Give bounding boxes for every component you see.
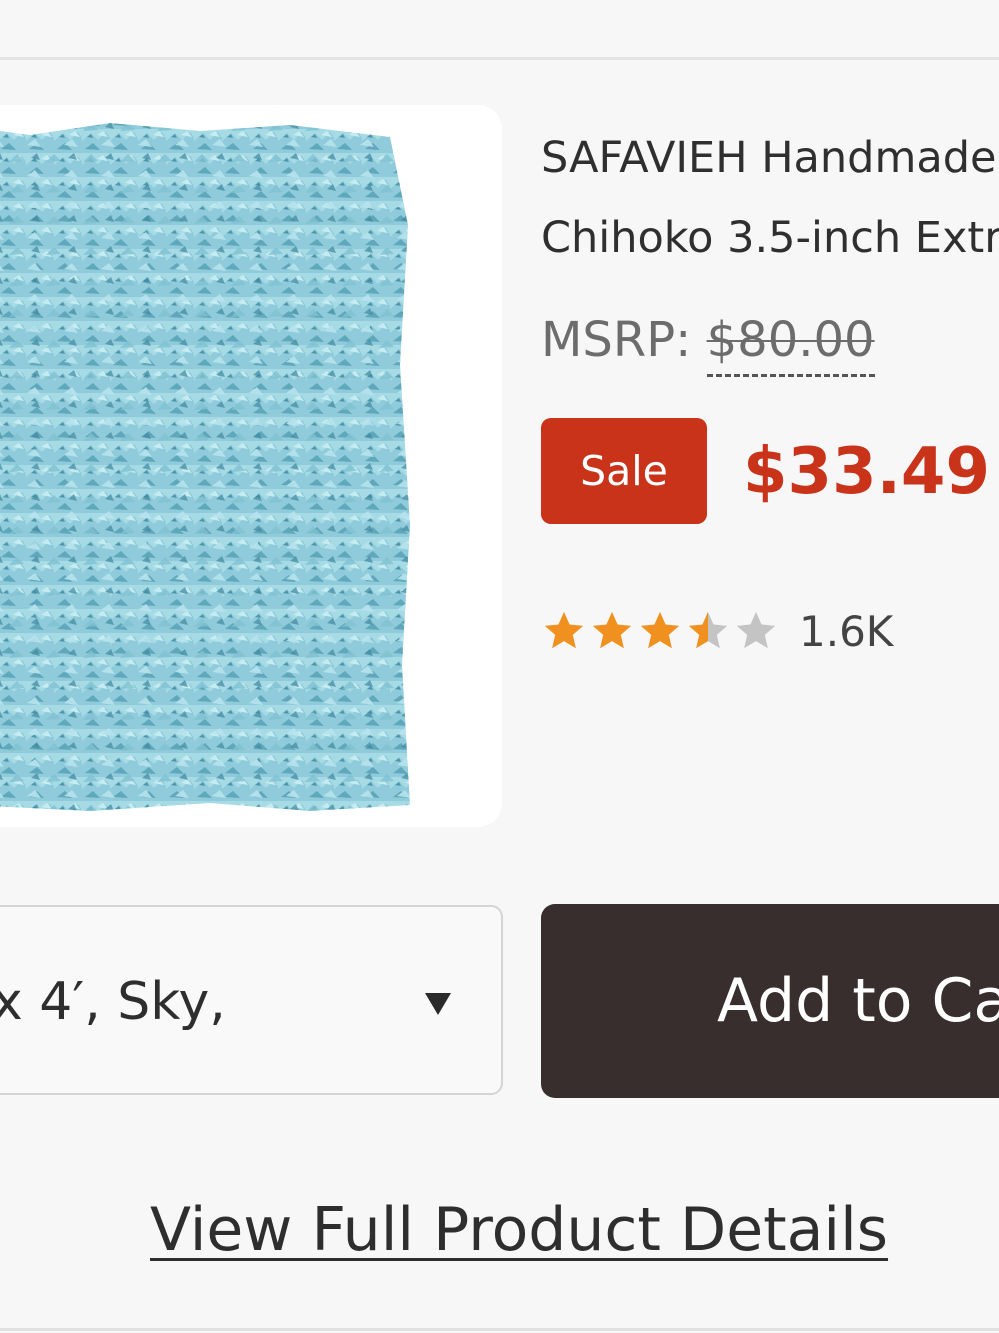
product-image-card[interactable] bbox=[0, 105, 502, 827]
view-full-details-link[interactable]: View Full Product Details bbox=[150, 1190, 888, 1270]
star-icon bbox=[592, 611, 632, 649]
variant-selected-text: x 4′, Sky, bbox=[0, 972, 226, 1032]
star-rating bbox=[541, 608, 779, 654]
product-title-line-2: Chihoko 3.5-inch Extra bbox=[541, 213, 999, 263]
variant-select[interactable]: x 4′, Sky, bbox=[0, 905, 503, 1095]
product-image bbox=[0, 123, 410, 811]
msrp-price: $80.00 bbox=[706, 312, 875, 377]
product-title[interactable]: SAFAVIEH Handmade Chihoko 3.5-inch Extra bbox=[541, 118, 999, 278]
star-icon bbox=[640, 611, 680, 649]
add-to-cart-button[interactable]: Add to Cart bbox=[541, 904, 999, 1098]
top-divider bbox=[0, 57, 999, 60]
product-title-line-1: SAFAVIEH Handmade bbox=[541, 133, 997, 183]
star-icon bbox=[688, 611, 728, 649]
bottom-divider bbox=[0, 1328, 999, 1331]
msrp-label: MSRP: bbox=[541, 312, 707, 368]
sale-badge: Sale bbox=[541, 418, 707, 524]
variant-selected-value: x 4′, Sky, bbox=[0, 907, 412, 1097]
msrp: MSRP: $80.00 bbox=[541, 310, 875, 377]
add-to-cart-label: Add to Cart bbox=[717, 966, 999, 1036]
dropdown-caret-icon bbox=[425, 993, 451, 1015]
review-count: 1.6K bbox=[799, 606, 894, 656]
sale-price: $33.49 bbox=[743, 435, 990, 509]
star-icon bbox=[736, 611, 776, 649]
product-rating[interactable]: 1.6K bbox=[541, 606, 893, 656]
star-icon bbox=[544, 611, 584, 649]
